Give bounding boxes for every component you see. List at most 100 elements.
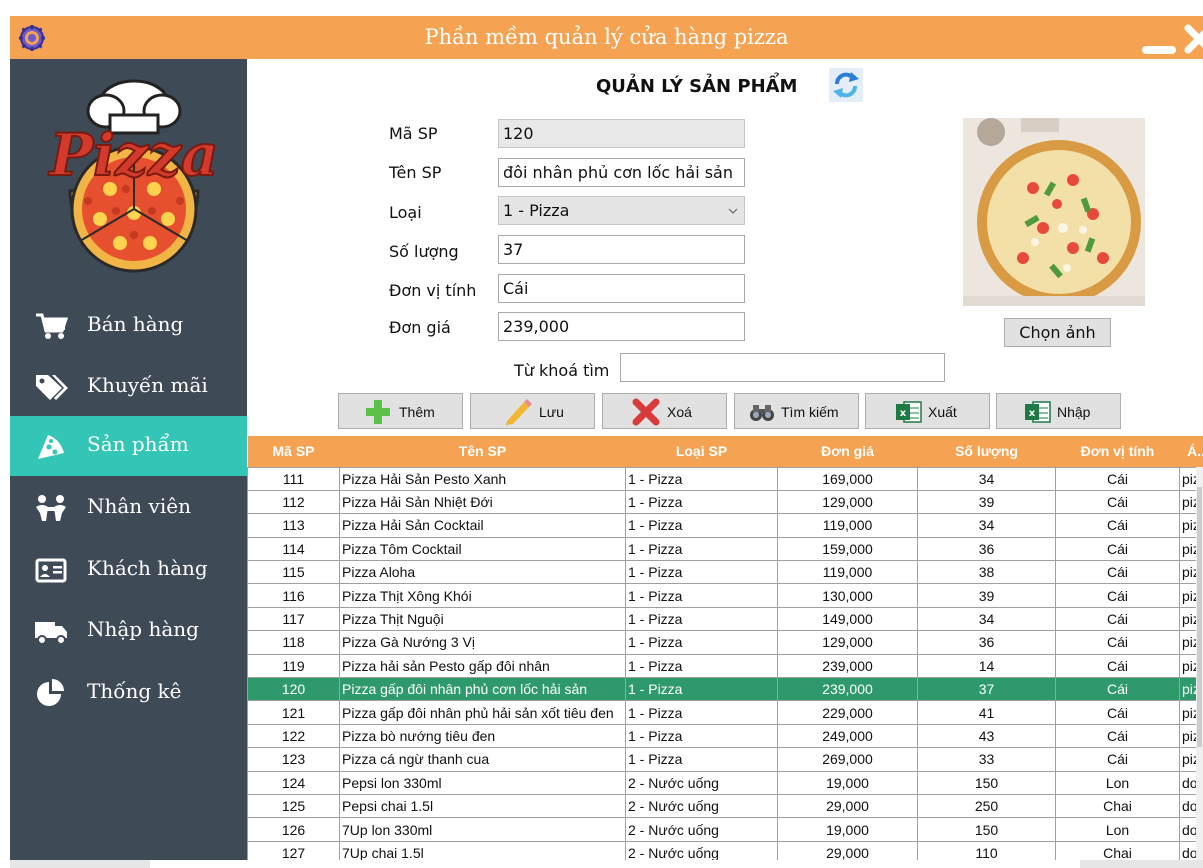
vertical-scrollbar[interactable] — [1196, 467, 1203, 860]
table-row[interactable]: 113 Pizza Hải Sản Cocktail 1 - Pizza 119,00… — [247, 513, 1203, 538]
scrollbar-thumb[interactable] — [1197, 487, 1202, 747]
table-cell: 1 - Pizza — [625, 630, 778, 655]
table-cell: 2 - Nước uống — [625, 793, 778, 819]
logo-text: Pizza — [47, 121, 218, 189]
table-cell: Pizza cá ngừ thanh cua — [339, 747, 626, 772]
don-gia-field[interactable]: 239,000 — [498, 312, 745, 341]
svg-text:x: x — [900, 408, 907, 419]
table-cell: 39 — [917, 583, 1056, 608]
table-cell: 1 - Pizza — [625, 513, 778, 538]
table-cell: 121 — [247, 700, 340, 725]
table-row[interactable]: 114 Pizza Tôm Cocktail 1 - Pizza 159,000 36 C… — [247, 536, 1203, 562]
page-title: QUẢN LÝ SẢN PHẨM — [596, 76, 798, 97]
column-header[interactable]: Á... — [1179, 436, 1203, 467]
save-button[interactable]: Lưu — [470, 393, 595, 429]
table-row[interactable]: 111 Pizza Hải Sản Pesto Xanh 1 - Pizza 169,… — [247, 466, 1203, 491]
ma-sp-field[interactable]: 120 — [498, 119, 745, 148]
export-button[interactable]: x Xuất — [865, 393, 990, 429]
table-cell: 110 — [917, 840, 1056, 860]
excel-icon: x — [896, 401, 922, 423]
table-cell: Pizza Thịt Xông Khói — [339, 583, 626, 608]
table-row[interactable]: 125 Pepsi chai 1.5l 2 - Nước uống 29,000 250… — [247, 793, 1203, 819]
table-row[interactable]: 120 Pizza gấp đôi nhân phủ cơn lốc hải sả… — [247, 677, 1203, 702]
table-cell: 111 — [247, 466, 340, 491]
minimize-button[interactable] — [1142, 46, 1176, 54]
table-cell: Cái — [1055, 630, 1180, 655]
sidebar: Pizza Bán hàng Khuyến mãi Sản phẩm Nhân … — [10, 59, 247, 860]
table-cell: 149,000 — [777, 606, 918, 632]
nav-nhap-hang[interactable]: Nhập hàng — [10, 601, 247, 661]
column-header[interactable]: Số lượng — [917, 436, 1056, 467]
ten-sp-label: Tên SP — [389, 163, 442, 182]
so-luong-field[interactable]: 37 — [498, 235, 745, 264]
table-cell: 112 — [247, 489, 340, 515]
column-header[interactable]: Đơn giá — [777, 436, 918, 467]
table-row[interactable]: 112 Pizza Hải Sản Nhiệt Đới 1 - Pizza 129,0… — [247, 489, 1203, 515]
pizza-slice-icon — [38, 435, 64, 459]
table-row[interactable]: 124 Pepsi lon 330ml 2 - Nước uống 19,000 150… — [247, 770, 1203, 795]
table-cell: Pizza gấp đôi nhân phủ hải sản xốt tiêu … — [339, 700, 626, 725]
table-cell: 7Up chai 1.5l — [339, 840, 626, 860]
table-row[interactable]: 126 7Up lon 330ml 2 - Nước uống 19,000 150 Lo… — [247, 817, 1203, 842]
nav-nhan-vien[interactable]: Nhân viên — [10, 478, 247, 538]
table-row[interactable]: 118 Pizza Gà Nướng 3 Vị 1 - Pizza 129,000 36… — [247, 630, 1203, 655]
add-button[interactable]: Thêm — [338, 393, 463, 429]
column-header[interactable]: Loại SP — [625, 436, 778, 467]
table-cell: 39 — [917, 489, 1056, 515]
import-button-label: Nhập — [1057, 404, 1091, 420]
table-cell: Cái — [1055, 653, 1180, 679]
horizontal-scrollbar[interactable] — [0, 860, 1203, 868]
table-row[interactable]: 122 Pizza bò nướng tiêu đen 1 - Pizza 249,0… — [247, 723, 1203, 749]
delete-button[interactable]: Xoá — [602, 393, 727, 429]
refresh-icon[interactable] — [829, 68, 863, 102]
loai-value: 1 - Pizza — [503, 201, 570, 220]
table-cell: 116 — [247, 583, 340, 608]
nav-san-pham[interactable]: Sản phẩm — [10, 416, 247, 476]
ten-sp-field[interactable]: đôi nhân phủ cơn lốc hải sản — [498, 158, 745, 187]
nav-thong-ke[interactable]: Thống kê — [10, 663, 247, 723]
table-cell: 120 — [247, 677, 340, 702]
table-cell: 119 — [247, 653, 340, 679]
pencil-icon — [506, 399, 532, 425]
loai-select[interactable]: 1 - Pizza — [498, 196, 745, 225]
product-table[interactable]: Mã SP Tên SP Loại SP Đơn giá Số lượng Đơ… — [247, 436, 1203, 860]
table-cell: Pizza Gà Nướng 3 Vị — [339, 630, 626, 655]
so-luong-label: Số lượng — [389, 242, 459, 261]
table-cell: Cái — [1055, 466, 1180, 491]
nav-khuyen-mai[interactable]: Khuyến mãi — [10, 357, 247, 417]
table-row[interactable]: 123 Pizza cá ngừ thanh cua 1 - Pizza 269,00… — [247, 747, 1203, 772]
id-card-icon — [35, 558, 67, 583]
nav-khach-hang[interactable]: Khách hàng — [10, 540, 247, 600]
table-row[interactable]: 117 Pizza Thịt Nguội 1 - Pizza 149,000 34 Cái… — [247, 606, 1203, 632]
don-gia-label: Đơn giá — [389, 318, 451, 337]
nav-label: Bán hàng — [87, 312, 184, 336]
table-cell: 118 — [247, 630, 340, 655]
table-row[interactable]: 116 Pizza Thịt Xông Khói 1 - Pizza 130,000 3… — [247, 583, 1203, 608]
table-cell: 115 — [247, 560, 340, 585]
table-cell: Pizza gấp đôi nhân phủ cơn lốc hải sản — [339, 677, 626, 702]
table-cell: 239,000 — [777, 653, 918, 679]
table-row[interactable]: 115Pizza Aloha1 - Pizza119,00038Cáipiz..… — [247, 560, 1203, 585]
table-row[interactable]: 127 7Up chai 1.5l 2 - Nước uống 29,000 110 Ch… — [247, 840, 1203, 860]
column-header[interactable]: Tên SP — [339, 436, 626, 467]
nav-ban-hang[interactable]: Bán hàng — [10, 296, 247, 356]
don-vi-tinh-field[interactable]: Cái — [498, 274, 745, 303]
table-row[interactable]: 121 Pizza gấp đôi nhân phủ hải sản xốt ti… — [247, 700, 1203, 725]
table-cell: Pizza Hải Sản Nhiệt Đới — [339, 489, 626, 515]
table-cell: Pizza Hải Sản Cocktail — [339, 513, 626, 538]
nav-label: Khách hàng — [87, 556, 208, 580]
column-header[interactable]: Mã SP — [247, 436, 340, 467]
table-row[interactable]: 119 Pizza hải sản Pesto gấp đôi nhân 1 - P… — [247, 653, 1203, 679]
close-button[interactable] — [1184, 24, 1203, 54]
table-cell: 113 — [247, 513, 340, 538]
column-header[interactable]: Đơn vị tính — [1055, 436, 1180, 467]
people-icon — [36, 495, 66, 521]
choose-image-button[interactable]: Chọn ảnh — [1004, 318, 1111, 347]
top-strip — [0, 0, 1203, 16]
search-input[interactable] — [620, 353, 945, 382]
search-button[interactable]: Tìm kiếm — [734, 393, 859, 429]
import-button[interactable]: x Nhập — [996, 393, 1121, 429]
nav-label: Nhân viên — [87, 494, 191, 518]
chevron-down-icon — [728, 208, 738, 214]
table-cell: 38 — [917, 560, 1056, 585]
